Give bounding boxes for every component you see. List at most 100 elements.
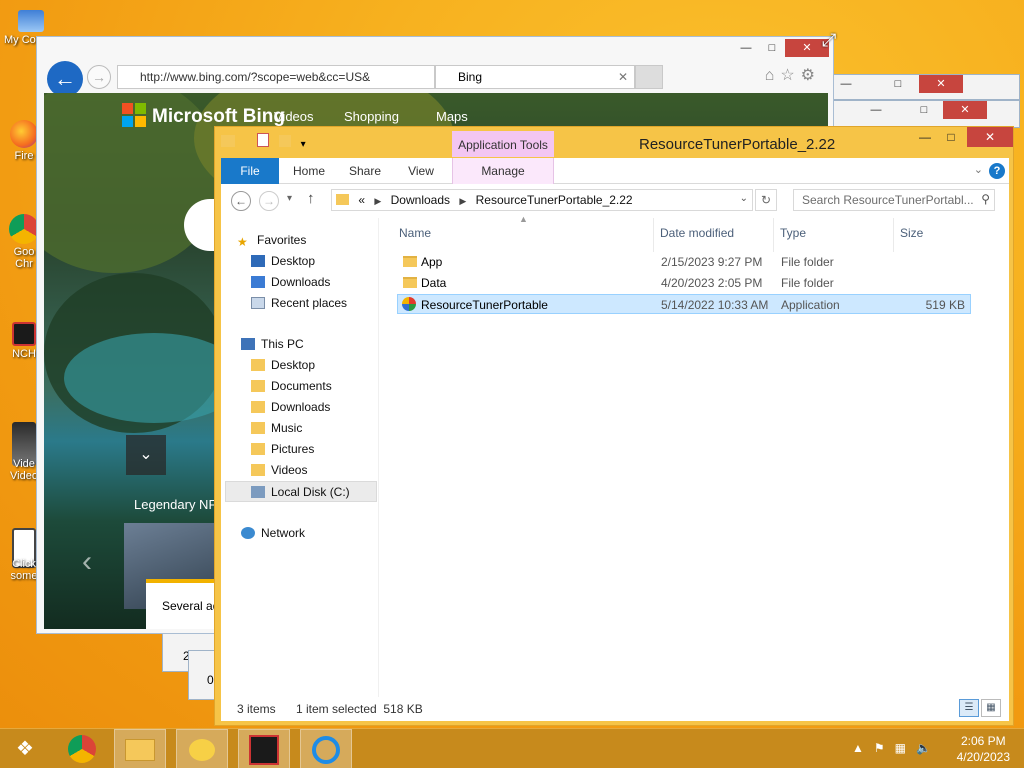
forward-button[interactable]: →: [87, 65, 111, 89]
chevron-left-icon[interactable]: ‹: [82, 545, 92, 579]
search-input[interactable]: Search ResourceTunerPortabl... ⚲: [793, 189, 995, 211]
breadcrumb-downloads[interactable]: Downloads: [391, 193, 450, 207]
file-row[interactable]: Data 4/20/2023 2:05 PM File folder: [397, 273, 971, 293]
minimize-icon[interactable]: —: [733, 39, 759, 57]
file-type: File folder: [781, 276, 834, 290]
taskbar-nch[interactable]: [238, 729, 290, 768]
bing-nav-videos[interactable]: Videos: [274, 109, 314, 124]
nav-pictures[interactable]: Pictures: [251, 439, 314, 460]
nav-desktop[interactable]: Desktop: [251, 251, 315, 272]
tab-manage[interactable]: Manage: [452, 158, 554, 184]
path-dropdown-icon[interactable]: ⌄: [740, 193, 748, 204]
search-placeholder: Search ResourceTunerPortabl...: [802, 193, 974, 207]
new-tab-button[interactable]: [635, 65, 663, 89]
network-icon[interactable]: ▦: [895, 741, 916, 755]
large-icons-view-icon[interactable]: ▦: [981, 699, 1001, 717]
new-folder-icon[interactable]: [278, 135, 291, 147]
maximize-icon[interactable]: □: [759, 39, 785, 57]
maximize-icon[interactable]: □: [911, 101, 937, 119]
clock-date: 4/20/2023: [956, 750, 1010, 764]
column-size[interactable]: Size: [900, 226, 923, 240]
breadcrumb[interactable]: « ▶ Downloads ▶ ResourceTunerPortable_2.…: [331, 189, 753, 211]
bing-nav-shopping[interactable]: Shopping: [344, 109, 399, 124]
explorer-window[interactable]: ▾ Application Tools ResourceTunerPortabl…: [214, 126, 1014, 726]
taskbar-file-explorer[interactable]: [114, 729, 166, 768]
column-divider[interactable]: [773, 218, 774, 252]
column-type[interactable]: Type: [780, 226, 806, 240]
qat-dropdown-icon[interactable]: ▾: [301, 139, 306, 150]
address-bar[interactable]: http://www.bing.com/?scope=web&cc=US&: [117, 65, 435, 89]
minimize-icon[interactable]: —: [911, 127, 939, 147]
tab-view[interactable]: View: [397, 158, 445, 184]
refresh-button[interactable]: ↻: [755, 189, 777, 211]
nav-pc-downloads[interactable]: Downloads: [251, 397, 330, 418]
nav-network[interactable]: Network: [241, 523, 305, 544]
recent-locations-icon[interactable]: ▾: [287, 193, 292, 204]
maximize-icon[interactable]: □: [885, 75, 911, 93]
properties-icon[interactable]: [256, 133, 269, 147]
chevron-down-icon[interactable]: ⌄: [126, 435, 166, 475]
back-button[interactable]: ←: [47, 61, 83, 97]
tab-file[interactable]: File: [221, 158, 279, 184]
chevron-down-icon[interactable]: ⌄: [974, 163, 983, 176]
nav-videos[interactable]: Videos: [251, 460, 307, 481]
bing-caption[interactable]: Legendary NF: [134, 497, 216, 512]
nav-local-disk[interactable]: Local Disk (C:): [225, 481, 377, 502]
taskbar-ie[interactable]: [300, 729, 352, 768]
nav-documents[interactable]: Documents: [251, 376, 332, 397]
details-view-icon[interactable]: ☰: [959, 699, 979, 717]
chevron-right-icon: ▶: [374, 196, 382, 206]
taskbar-chat[interactable]: [176, 729, 228, 768]
back-button[interactable]: ←: [231, 191, 251, 211]
tab-home[interactable]: Home: [285, 158, 333, 184]
volume-muted-icon[interactable]: 🔈: [916, 741, 941, 755]
nav-favorites[interactable]: ★ Favorites: [237, 230, 306, 251]
tab-share[interactable]: Share: [341, 158, 389, 184]
start-button[interactable]: ❖: [0, 729, 50, 768]
column-divider[interactable]: [893, 218, 894, 252]
nav-music[interactable]: Music: [251, 418, 302, 439]
taskbar-chrome[interactable]: [56, 729, 108, 768]
folder-icon: [403, 277, 417, 288]
up-icon[interactable]: ↑: [307, 190, 315, 207]
taskbar: ❖ ▲⚑▦🔈 2:06 PM 4/20/2023: [0, 728, 1024, 768]
breadcrumb-current[interactable]: ResourceTunerPortable_2.22: [476, 193, 633, 207]
breadcrumb-overflow[interactable]: «: [358, 193, 365, 207]
background-window[interactable]: — □ ✕: [830, 74, 1020, 100]
bing-nav-maps[interactable]: Maps: [436, 109, 468, 124]
nav-this-pc[interactable]: This PC: [241, 334, 304, 355]
computer-icon: [241, 338, 255, 350]
action-center-icon[interactable]: ⚑: [874, 741, 895, 755]
explorer-titlebar[interactable]: ▾ Application Tools ResourceTunerPortabl…: [215, 127, 1013, 159]
desktop-icon: [251, 255, 265, 267]
tab-bing[interactable]: Bing ✕: [435, 65, 635, 89]
column-divider[interactable]: [653, 218, 654, 252]
close-icon[interactable]: ✕: [943, 101, 987, 119]
minimize-icon[interactable]: —: [863, 101, 889, 119]
file-row[interactable]: App 2/15/2023 9:27 PM File folder: [397, 252, 971, 272]
folder-icon[interactable]: [221, 135, 235, 147]
nav-downloads[interactable]: Downloads: [251, 272, 330, 293]
chevron-right-icon: ▶: [459, 196, 467, 206]
column-name[interactable]: Name: [399, 226, 431, 240]
close-icon[interactable]: ✕: [919, 75, 963, 93]
help-icon[interactable]: ?: [989, 163, 1005, 179]
background-window[interactable]: — □ ✕: [830, 100, 1020, 128]
gear-icon[interactable]: ⚙: [801, 67, 821, 84]
forward-button[interactable]: →: [259, 191, 279, 211]
nav-label: Pictures: [271, 442, 315, 456]
favorites-icon[interactable]: ☆: [780, 67, 800, 84]
nav-pc-desktop[interactable]: Desktop: [251, 355, 315, 376]
chevron-up-icon[interactable]: ▲: [852, 741, 874, 755]
file-row-selected[interactable]: ResourceTunerPortable 5/14/2022 10:33 AM…: [397, 294, 971, 314]
maximize-icon[interactable]: □: [937, 127, 965, 147]
minimize-icon[interactable]: —: [833, 75, 859, 93]
close-tab-icon[interactable]: ✕: [618, 70, 628, 84]
close-icon[interactable]: ✕: [967, 127, 1013, 147]
clock[interactable]: 2:06 PM 4/20/2023: [957, 733, 1010, 765]
column-date[interactable]: Date modified: [660, 226, 734, 240]
nav-recent-places[interactable]: Recent places: [251, 293, 347, 314]
home-icon[interactable]: ⌂: [765, 67, 781, 84]
bing-logo[interactable]: Microsoft Bing: [122, 103, 285, 128]
bing-brand: Microsoft Bing: [152, 106, 285, 127]
